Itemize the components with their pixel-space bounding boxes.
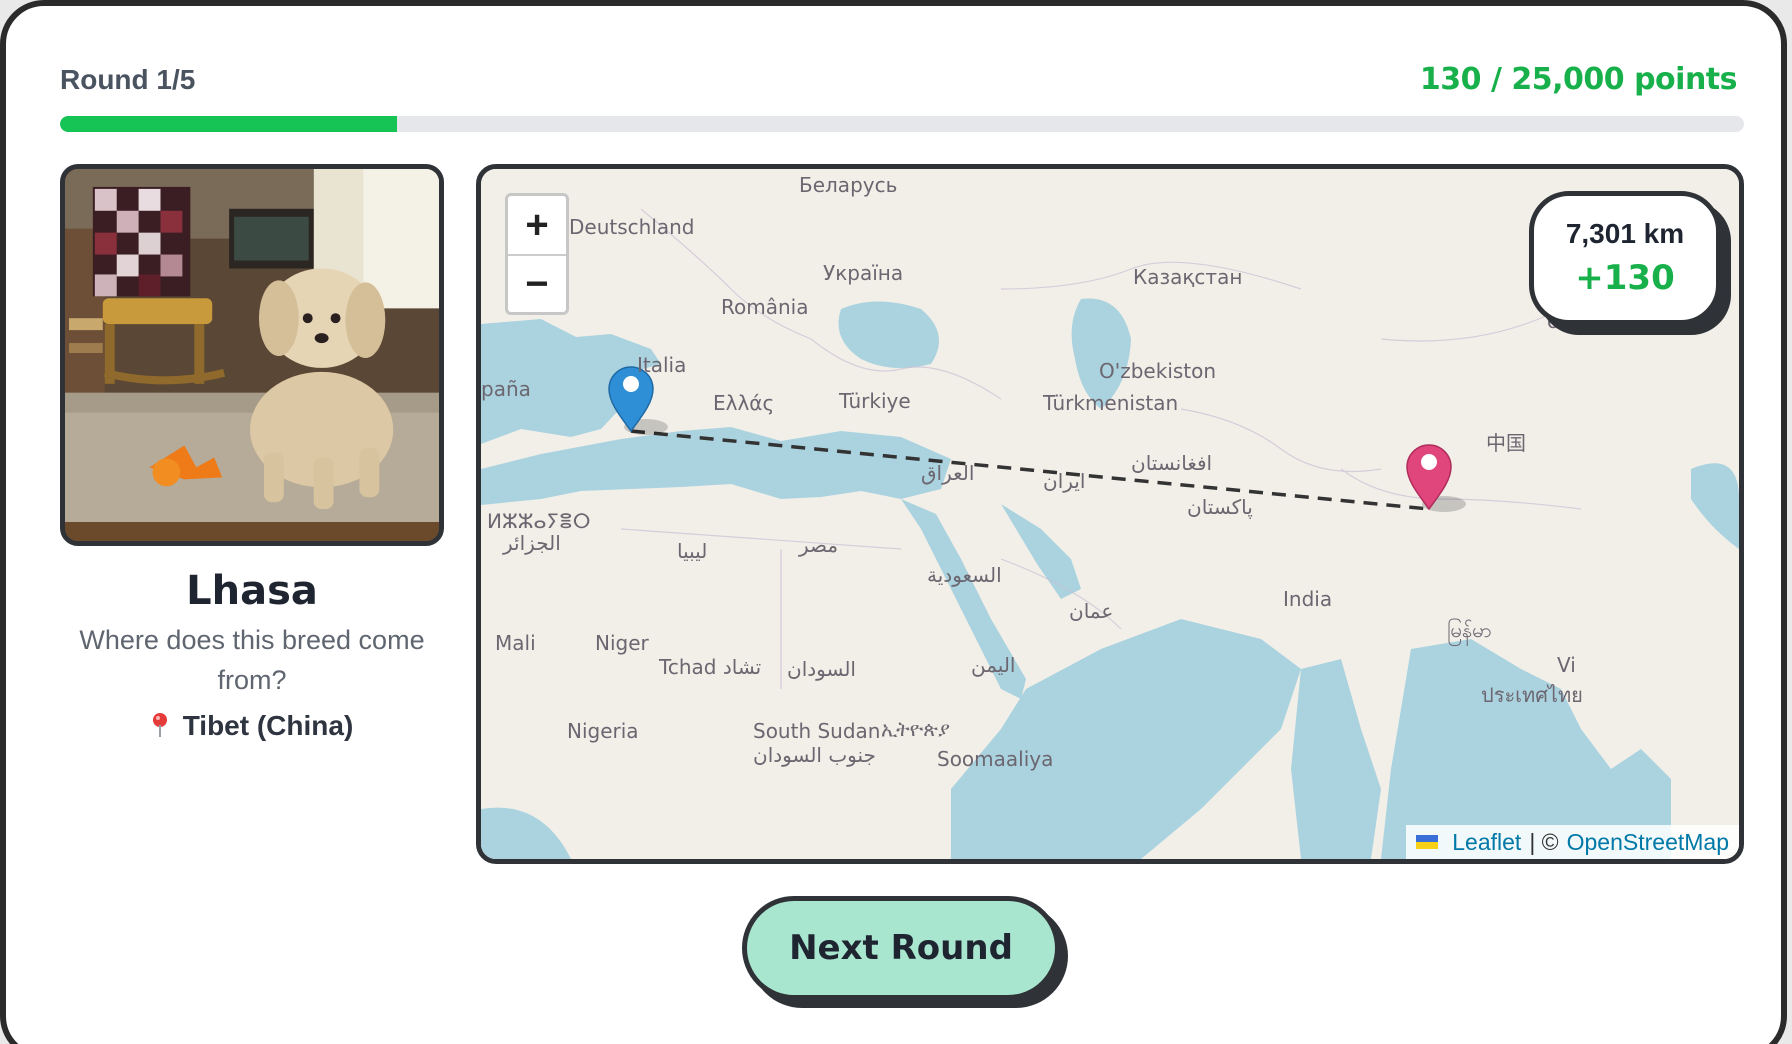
answer-location: Tibet (China) bbox=[60, 710, 444, 742]
score-total: 130 / 25,000 points bbox=[1419, 62, 1738, 97]
map-place-label: Mali bbox=[495, 631, 536, 655]
map-place-label: Україна bbox=[823, 261, 904, 285]
round-label: Round 1/5 bbox=[60, 64, 196, 95]
map-place-label: ኢትዮጵያ bbox=[881, 717, 950, 741]
map-attribution: Leaflet | © OpenStreetMap bbox=[1406, 825, 1739, 859]
map-place-label: Deutschland bbox=[569, 215, 695, 239]
map-place-label: မြန်မာ bbox=[1447, 618, 1492, 642]
zoom-in-button[interactable]: + bbox=[508, 196, 566, 254]
map-place-label: ⵍⵣⵣⴰⵢⴻⵔ bbox=[487, 509, 591, 533]
map-place-label: مصر bbox=[799, 533, 839, 557]
dog-photo-image bbox=[65, 169, 439, 541]
map-place-label: العراق bbox=[921, 461, 975, 485]
map-place-label: پاکستان bbox=[1187, 495, 1253, 519]
openstreetmap-link[interactable]: OpenStreetMap bbox=[1567, 829, 1729, 856]
map-place-label: Tchad تشاد bbox=[659, 655, 762, 679]
map-place-label: Soomaaliya bbox=[937, 747, 1054, 771]
answer-text: Tibet (China) bbox=[182, 710, 354, 741]
question-text: Where does this breed come from? bbox=[79, 625, 425, 695]
game-card: Round 1/5 130 / 25,000 points Lhasa Wher… bbox=[0, 0, 1787, 1044]
map-place-label: Türkiye bbox=[839, 389, 911, 413]
map-place-label: السودان bbox=[787, 657, 856, 681]
location-pin-icon bbox=[152, 713, 167, 737]
map-place-label: Niger bbox=[595, 631, 649, 655]
progress-bar bbox=[60, 116, 1744, 132]
distance-value: 7,301 km bbox=[1565, 218, 1685, 249]
progress-fill bbox=[60, 116, 397, 132]
map-place-label: افغانستان bbox=[1131, 451, 1213, 475]
map-place-label: South Sudan bbox=[753, 719, 881, 743]
map-place-label: ประเทศไทย bbox=[1481, 683, 1583, 707]
map-place-label: ایران bbox=[1043, 469, 1086, 493]
breed-name: Lhasa bbox=[186, 568, 318, 614]
map-place-label: ليبيا bbox=[677, 539, 708, 563]
map-place-label: Türkmenistan bbox=[1043, 391, 1179, 415]
points-gained: +130 bbox=[1575, 258, 1675, 298]
map-place-label: الجزائر bbox=[503, 531, 561, 555]
map-place-label: Казақстан bbox=[1133, 265, 1243, 289]
map-place-label: Nigeria bbox=[567, 719, 639, 743]
distance-result-card: 7,301 km +130 bbox=[1529, 191, 1721, 325]
zoom-control: + − bbox=[505, 193, 569, 315]
map-place-label: عمان bbox=[1069, 599, 1114, 623]
map-place-label: اليمن bbox=[971, 653, 1016, 677]
breed-photo bbox=[60, 164, 444, 546]
attribution-separator: | © bbox=[1529, 828, 1559, 855]
map-place-label: 中国 bbox=[1486, 431, 1526, 455]
map-place-label: Ελλάς bbox=[713, 391, 775, 415]
map-view[interactable]: Беларусь Deutschland Україна Казақстан Român… bbox=[476, 164, 1744, 864]
map-place-label: O'zbekiston bbox=[1099, 359, 1217, 383]
map-place-label: paña bbox=[481, 377, 531, 401]
ukraine-flag-icon bbox=[1416, 835, 1439, 849]
next-round-button[interactable]: Next Round bbox=[742, 896, 1060, 1000]
map-place-label: Italia bbox=[637, 353, 687, 377]
map-place-label: India bbox=[1283, 587, 1333, 611]
map-place-label: السعودية bbox=[927, 563, 1002, 587]
map-place-label: جنوب السودان bbox=[753, 743, 876, 767]
map-place-label: Беларусь bbox=[799, 173, 898, 197]
map-place-label: România bbox=[721, 295, 809, 319]
map-place-label: Vi bbox=[1557, 653, 1576, 677]
leaflet-link[interactable]: Leaflet bbox=[1452, 829, 1521, 856]
zoom-out-button[interactable]: − bbox=[508, 254, 566, 312]
